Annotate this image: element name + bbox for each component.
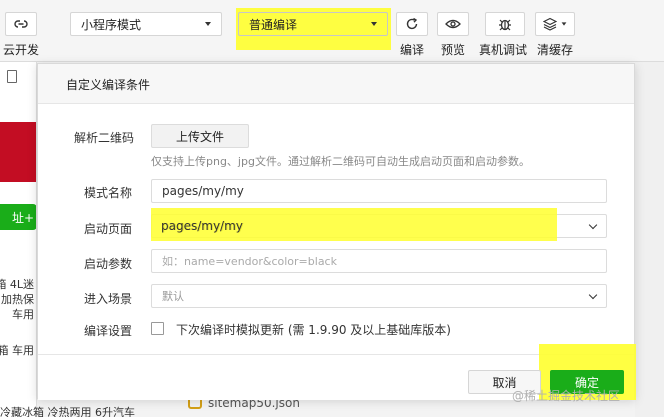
mode-select[interactable]: 小程序模式 <box>70 12 222 36</box>
start-params-input[interactable] <box>162 254 596 268</box>
dialog-title: 自定义编译条件 <box>66 78 151 92</box>
scene-label: 进入场景 <box>83 292 132 306</box>
cloud-dev-button[interactable] <box>5 12 37 36</box>
chevron-down-icon <box>588 290 598 299</box>
cloud-link-icon <box>14 20 28 28</box>
banner-image <box>0 122 36 182</box>
compile-label: 编译 <box>400 43 425 57</box>
product-text-line: 车用 <box>12 308 34 321</box>
simulate-update-checkbox[interactable] <box>151 322 164 335</box>
compile-select[interactable]: 普通编译 <box>238 12 388 36</box>
simulator-panel: 址+ 箱 4L迷 加热保 车用 箱 车用 <box>0 62 37 417</box>
remote-debug-label: 真机调试 <box>479 43 528 57</box>
clear-cache-label: 清缓存 <box>537 43 574 57</box>
custom-compile-dialog: 自定义编译条件 解析二维码 上传文件 仅支持上传png、jpg文件。通过解析二维… <box>37 63 636 400</box>
product-text-line: 箱 4L迷 <box>0 278 34 291</box>
compile-button[interactable] <box>396 12 428 36</box>
product-text-bottom: 冷藏冰箱 冷热两用 6升汽车 <box>0 406 135 417</box>
mode-select-value: 小程序模式 <box>81 17 142 32</box>
preview-label: 预览 <box>441 43 466 57</box>
preview-button[interactable] <box>437 12 469 36</box>
layers-icon <box>543 17 557 31</box>
upload-hint: 仅支持上传png、jpg文件。通过解析二维码可自动生成启动页面和启动参数。 <box>151 155 530 168</box>
start-page-value-overlay: pages/my/my <box>161 219 243 233</box>
start-page-label: 启动页面 <box>83 222 132 236</box>
product-text-line: 箱 车用 <box>0 344 34 357</box>
scene-select[interactable]: 默认 <box>151 284 607 308</box>
green-action-button[interactable]: 址+ <box>0 204 36 230</box>
document-icon <box>7 70 17 83</box>
mode-name-value: pages/my/my <box>162 184 244 198</box>
editor-background <box>635 62 664 417</box>
caret-down-icon <box>371 22 377 26</box>
caret-down-icon <box>561 22 567 26</box>
upload-file-button[interactable]: 上传文件 <box>151 124 249 148</box>
compile-select-value: 普通编译 <box>249 17 298 32</box>
start-params-field[interactable] <box>151 249 607 273</box>
caret-down-icon <box>205 22 211 26</box>
watermark: @稀土掘金技术社区 <box>512 389 621 403</box>
remote-debug-button[interactable] <box>485 12 525 36</box>
start-params-label: 启动参数 <box>83 257 132 271</box>
compile-settings-label: 编译设置 <box>83 324 132 338</box>
scene-value: 默认 <box>162 290 184 303</box>
dialog-header: 自定义编译条件 <box>38 64 634 104</box>
refresh-icon <box>406 17 418 30</box>
cloud-dev-label: 云开发 <box>3 43 40 57</box>
mode-name-field[interactable]: pages/my/my <box>151 179 607 203</box>
simulate-update-label: 下次编译时模拟更新 (需 1.9.90 及以上基础库版本) <box>176 323 451 337</box>
chevron-down-icon <box>588 220 598 229</box>
toolbar: 云开发 小程序模式 普通编译 编译 预览 真机调试 清缓存 <box>0 0 664 62</box>
clear-cache-button[interactable] <box>535 12 575 36</box>
product-text-line: 加热保 <box>1 293 34 306</box>
eye-icon <box>445 19 461 29</box>
mode-name-label: 模式名称 <box>83 186 132 200</box>
qrcode-label: 解析二维码 <box>74 131 135 145</box>
bug-icon <box>499 19 511 31</box>
